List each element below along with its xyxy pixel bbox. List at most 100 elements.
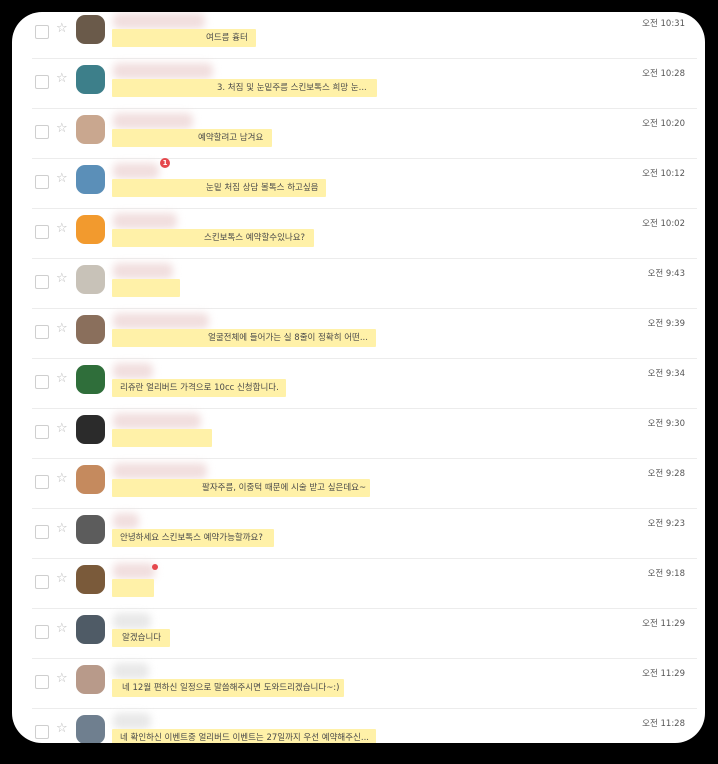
highlight-mark — [112, 579, 154, 597]
list-item[interactable]: ☆ 네 12월 편하신 일정으로 말씀해주시면 도와드리겠습니다~:) 오전 1… — [32, 658, 697, 709]
star-icon[interactable]: ☆ — [56, 621, 68, 637]
sender-name-blurred — [113, 363, 153, 379]
sender-name-blurred — [113, 713, 151, 729]
star-icon[interactable]: ☆ — [56, 21, 68, 37]
message-time: 오전 9:23 — [647, 519, 685, 529]
star-icon[interactable]: ☆ — [56, 121, 68, 137]
message-time: 오전 10:20 — [642, 119, 685, 129]
avatar — [76, 565, 105, 594]
sender-name-blurred — [113, 13, 205, 29]
list-item[interactable]: ☆ 오전 9:30 — [32, 408, 697, 459]
select-checkbox[interactable] — [35, 75, 49, 89]
list-item[interactable]: ☆ 오전 9:43 — [32, 258, 697, 309]
avatar — [76, 65, 105, 94]
star-icon[interactable]: ☆ — [56, 71, 68, 87]
avatar — [76, 665, 105, 694]
sender-name-blurred — [113, 613, 151, 629]
list-item[interactable]: ☆ 리쥬란 얼리버드 가격으로 10cc 신청합니다. 오전 9:34 — [32, 358, 697, 409]
select-checkbox[interactable] — [35, 675, 49, 689]
sender-name-blurred — [113, 313, 209, 329]
list-item[interactable]: ☆ 네 확인하신 이벤트중 얼리버드 이벤트는 27일까지 우선 예약해주신..… — [32, 708, 697, 743]
avatar — [76, 615, 105, 644]
message-time: 오전 9:28 — [647, 469, 685, 479]
select-checkbox[interactable] — [35, 625, 49, 639]
select-checkbox[interactable] — [35, 225, 49, 239]
message-preview: 3. 처짐 및 눈밑주름 스킨보톡스 희망 눈... — [217, 83, 367, 93]
sender-name-blurred — [113, 663, 149, 679]
select-checkbox[interactable] — [35, 275, 49, 289]
message-time: 오전 9:18 — [647, 569, 685, 579]
avatar — [76, 365, 105, 394]
sender-name-blurred — [113, 513, 139, 529]
message-time: 오전 10:12 — [642, 169, 685, 179]
sender-name-blurred — [113, 113, 193, 129]
star-icon[interactable]: ☆ — [56, 521, 68, 537]
message-time: 오전 10:02 — [642, 219, 685, 229]
message-time: 오전 9:34 — [647, 369, 685, 379]
star-icon[interactable]: ☆ — [56, 321, 68, 337]
list-item[interactable]: ☆ 예약할려고 남겨요 오전 10:20 — [32, 108, 697, 159]
sender-name-blurred — [113, 413, 201, 429]
select-checkbox[interactable] — [35, 25, 49, 39]
message-preview: 예약할려고 남겨요 — [198, 133, 264, 143]
highlight-mark — [112, 279, 180, 297]
avatar — [76, 165, 105, 194]
message-preview: 알겠습니다 — [122, 633, 162, 643]
select-checkbox[interactable] — [35, 725, 49, 739]
avatar — [76, 515, 105, 544]
list-item[interactable]: ☆ 얼굴전체에 들어가는 실 8줄이 정확히 어떤... 오전 9:39 — [32, 308, 697, 359]
select-checkbox[interactable] — [35, 475, 49, 489]
list-item[interactable]: ☆ 팔자주름, 이중턱 때문에 시술 받고 싶은데요~ 오전 9:28 — [32, 458, 697, 509]
star-icon[interactable]: ☆ — [56, 571, 68, 587]
chat-list-panel: ☆ 여드름 흉터 오전 10:31 ☆ 3. 처짐 및 눈밑주름 스킨보톡스 희… — [12, 12, 705, 743]
sender-name-blurred — [113, 63, 213, 79]
select-checkbox[interactable] — [35, 425, 49, 439]
avatar — [76, 15, 105, 44]
star-icon[interactable]: ☆ — [56, 371, 68, 387]
message-preview: 스킨보톡스 예약할수있나요? — [204, 233, 306, 243]
message-preview: 여드름 흉터 — [206, 33, 248, 43]
list-item[interactable]: ☆ 스킨보톡스 예약할수있나요? 오전 10:02 — [32, 208, 697, 259]
star-icon[interactable]: ☆ — [56, 421, 68, 437]
star-icon[interactable]: ☆ — [56, 271, 68, 287]
list-item[interactable]: ☆ 알겠습니다 오전 11:29 — [32, 608, 697, 659]
message-time: 오전 9:39 — [647, 319, 685, 329]
sender-name-blurred — [113, 263, 173, 279]
message-preview: 네 12월 편하신 일정으로 말씀해주시면 도와드리겠습니다~:) — [122, 683, 340, 693]
avatar — [76, 315, 105, 344]
star-icon[interactable]: ☆ — [56, 721, 68, 737]
avatar — [76, 115, 105, 144]
sender-name-blurred — [113, 163, 159, 179]
select-checkbox[interactable] — [35, 575, 49, 589]
select-checkbox[interactable] — [35, 175, 49, 189]
list-item[interactable]: ☆ 3. 처짐 및 눈밑주름 스킨보톡스 희망 눈... 오전 10:28 — [32, 58, 697, 109]
message-preview: 리쥬란 얼리버드 가격으로 10cc 신청합니다. — [120, 383, 279, 393]
list-item[interactable]: ☆ 오전 9:18 — [32, 558, 697, 609]
star-icon[interactable]: ☆ — [56, 171, 68, 187]
message-time: 오전 11:28 — [642, 719, 685, 729]
message-time: 오전 11:29 — [642, 619, 685, 629]
star-icon[interactable]: ☆ — [56, 221, 68, 237]
unread-badge: 1 — [160, 158, 170, 168]
avatar — [76, 265, 105, 294]
message-time: 오전 9:43 — [647, 269, 685, 279]
select-checkbox[interactable] — [35, 375, 49, 389]
message-time: 오전 10:28 — [642, 69, 685, 79]
list-item[interactable]: ☆ 여드름 흉터 오전 10:31 — [32, 12, 697, 59]
list-item[interactable]: ☆ 1 눈밑 처짐 상담 볼톡스 하고싶음 오전 10:12 — [32, 158, 697, 209]
star-icon[interactable]: ☆ — [56, 471, 68, 487]
message-time: 오전 11:29 — [642, 669, 685, 679]
avatar — [76, 215, 105, 244]
sender-name-blurred — [113, 463, 207, 479]
highlight-mark — [112, 429, 212, 447]
message-preview: 안녕하세요 스킨보톡스 예약가능할까요? — [120, 533, 263, 543]
avatar — [76, 715, 105, 743]
list-item[interactable]: ☆ 안녕하세요 스킨보톡스 예약가능할까요? 오전 9:23 — [32, 508, 697, 559]
select-checkbox[interactable] — [35, 125, 49, 139]
select-checkbox[interactable] — [35, 325, 49, 339]
message-preview: 팔자주름, 이중턱 때문에 시술 받고 싶은데요~ — [202, 483, 367, 493]
select-checkbox[interactable] — [35, 525, 49, 539]
star-icon[interactable]: ☆ — [56, 671, 68, 687]
avatar — [76, 465, 105, 494]
sender-name-blurred — [113, 563, 155, 579]
